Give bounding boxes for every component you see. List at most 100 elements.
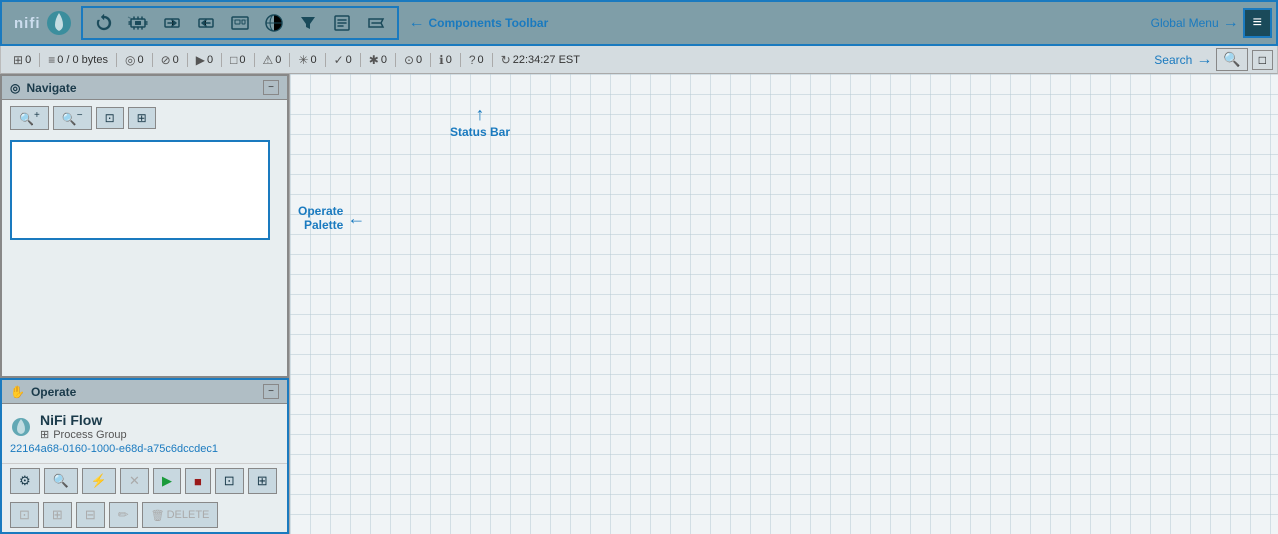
play-icon: ▶: [196, 53, 205, 67]
warning-icon: ⚠: [263, 53, 274, 67]
operate-actions-row2: ⊡ ⊞ ⊟ ✏ 🗑 DELETE: [2, 498, 287, 532]
warning-value: 0: [275, 54, 281, 66]
search-icon: 🔍: [1223, 51, 1240, 67]
refresh-icon: [93, 12, 115, 34]
configure-component-btn[interactable]: ⚙: [10, 468, 40, 494]
add-input-port-btn[interactable]: [157, 10, 187, 36]
add-output-port-btn[interactable]: [191, 10, 221, 36]
errors-status: ✳ 0: [290, 53, 325, 67]
running2-status: ▶ 0: [188, 53, 222, 67]
screen-icon: □: [1259, 53, 1266, 67]
funnel-icon: [297, 12, 319, 34]
bytes-status: ≡ 0 / 0 bytes: [40, 53, 117, 67]
components-toolbar-label: Components Toolbar: [429, 16, 549, 30]
canvas-area[interactable]: ↑ Status Bar Operate Palette ←: [290, 74, 1278, 534]
process-group-icon: [229, 12, 251, 34]
paste-btn[interactable]: ⊞: [43, 502, 72, 528]
sync-status: ⊙ 0: [396, 53, 431, 67]
hamburger-icon: ≡: [1253, 14, 1262, 31]
running-status: ◎ 0: [117, 53, 153, 67]
zoom-out-icon: 🔍−: [62, 112, 83, 126]
fullscreen-btn[interactable]: □: [1252, 50, 1273, 70]
operate-icon: ✋: [10, 385, 25, 399]
left-panels: ◎ Navigate − 🔍+ 🔍− ⊡ ⊞: [0, 74, 290, 534]
fit-btn[interactable]: ⊡: [96, 107, 124, 129]
reset-btn[interactable]: ⊞: [128, 107, 156, 129]
question-icon: ?: [469, 53, 476, 67]
check-value: 0: [346, 54, 352, 66]
color-component-btn[interactable]: ✏: [109, 502, 138, 528]
components-toolbar-annotation: ← Components Toolbar: [399, 14, 549, 32]
running2-value: 0: [207, 54, 213, 66]
add-process-group-btn[interactable]: [225, 10, 255, 36]
global-menu-area: Global Menu → ≡: [1151, 8, 1272, 38]
processor-icon: [127, 12, 149, 34]
global-menu-arrow: →: [1223, 14, 1239, 32]
navigate-panel: ◎ Navigate − 🔍+ 🔍− ⊡ ⊞: [0, 74, 289, 378]
zoom-in-btn[interactable]: 🔍+: [10, 106, 49, 130]
operate-panel-header: ✋ Operate −: [2, 380, 287, 404]
search-area: Search → 🔍 □: [1154, 48, 1273, 71]
global-menu-btn[interactable]: ≡: [1243, 8, 1272, 38]
stop-component-btn[interactable]: ■: [185, 468, 211, 494]
bytes-value: 0 / 0 bytes: [57, 54, 108, 66]
start-component-btn[interactable]: ▶: [153, 468, 181, 494]
running-icon: ◎: [125, 53, 135, 67]
global-menu-annotation-label: Global Menu: [1151, 16, 1219, 30]
sync-icon: ⊙: [404, 53, 414, 67]
processors-status: ⊞ 0: [5, 53, 40, 67]
navigate-minimap: [10, 140, 270, 240]
nifi-logo: nifi: [6, 9, 81, 37]
disable-all-btn[interactable]: ✕: [120, 468, 149, 494]
stopped-icon: ⊘: [161, 53, 171, 67]
remote-process-group-icon: [263, 12, 285, 34]
disabled-status: □ 0: [222, 53, 254, 67]
status-bar-arrow-up: ↑: [450, 104, 510, 125]
label-icon: [365, 12, 387, 34]
nifi-drop-icon: [45, 9, 73, 37]
add-funnel-btn[interactable]: [293, 10, 323, 36]
operate-minimize-btn[interactable]: −: [263, 384, 279, 399]
question-status: ? 0: [461, 53, 493, 67]
operate-title: ✋ Operate: [10, 385, 76, 399]
delete-btn[interactable]: 🗑 DELETE: [142, 502, 219, 528]
add-processor-btn[interactable]: [123, 10, 153, 36]
trash-icon: 🗑: [151, 509, 165, 522]
enable-all-btn[interactable]: ⚡: [82, 468, 116, 494]
copy-btn[interactable]: ⊡: [10, 502, 39, 528]
time-value: 22:34:27 EST: [513, 54, 580, 66]
refresh-toolbar-btn[interactable]: [89, 10, 119, 36]
flow-header-row: NiFi Flow ⊞ Process Group: [10, 412, 279, 441]
operate-palette-arrow: ←: [347, 208, 365, 229]
enable-sensitive-btn[interactable]: 🔍: [44, 468, 78, 494]
search-btn[interactable]: 🔍: [1216, 48, 1247, 71]
search-annotation-label: Search: [1154, 53, 1192, 67]
add-label-btn[interactable]: [361, 10, 391, 36]
main-area: ◎ Navigate − 🔍+ 🔍− ⊡ ⊞: [0, 74, 1278, 534]
template-icon: [331, 12, 353, 34]
remote-ports-btn[interactable]: ⊞: [248, 468, 277, 494]
check-icon: ✓: [334, 53, 344, 67]
group-component-btn[interactable]: ⊟: [76, 502, 105, 528]
navigate-title: ◎ Navigate: [10, 81, 77, 95]
info-icon: ℹ: [439, 53, 444, 67]
question-value: 0: [478, 54, 484, 66]
info-status: ℹ 0: [431, 53, 461, 67]
time-status: ↻ 22:34:27 EST: [493, 53, 588, 67]
navigate-icon: ◎: [10, 81, 20, 95]
input-port-icon: [161, 12, 183, 34]
schedule-component-btn[interactable]: ⊡: [215, 468, 244, 494]
status-bar-annotation: ↑ Status Bar: [450, 104, 510, 139]
navigate-minimize-btn[interactable]: −: [263, 80, 279, 95]
flow-type: ⊞ Process Group: [40, 428, 127, 441]
flow-drop-icon: [10, 416, 32, 438]
zoom-in-icon: 🔍+: [19, 112, 40, 126]
add-template-btn[interactable]: [327, 10, 357, 36]
process-group-small-icon: ⊞: [40, 428, 49, 441]
error-icon: ✳: [298, 53, 308, 67]
add-remote-process-group-btn[interactable]: [259, 10, 289, 36]
cluster-status: ✱ 0: [361, 53, 396, 67]
processors-value: 0: [25, 54, 31, 66]
zoom-out-btn[interactable]: 🔍−: [53, 106, 92, 130]
sync-value: 0: [416, 54, 422, 66]
